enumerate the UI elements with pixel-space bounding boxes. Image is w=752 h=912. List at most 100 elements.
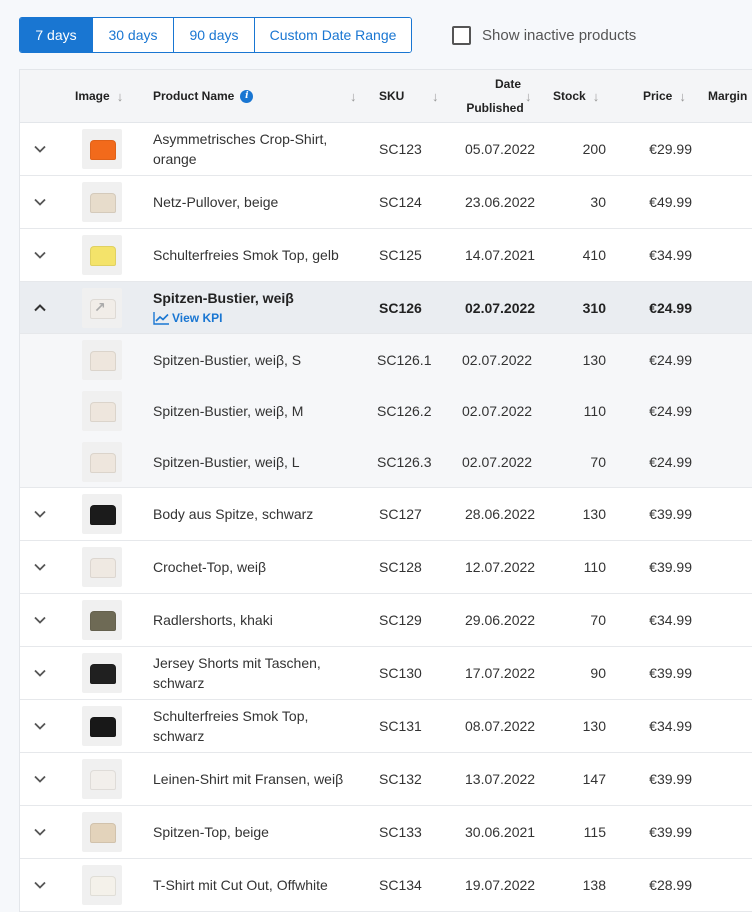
table-row[interactable]: Leinen-Shirt mit Fransen, weiβ SC132 13.07… [20,753,752,806]
stock-cell: 70 [590,612,606,628]
stock-cell: 310 [582,299,606,316]
table-row[interactable]: Crochet-Top, weiβ SC128 12.07.2022 110 €39.9… [20,541,752,594]
product-name: Leinen-Shirt mit Fransen, weiβ [153,771,344,787]
date-published-cell: 02.07.2022 [462,351,533,368]
table-row[interactable]: Jersey Shorts mit Taschen, schwarz SC130 1… [20,647,752,700]
variant-row[interactable]: Spitzen-Bustier, weiβ, M SC126.2 02.07.202… [20,385,752,436]
column-header-date-sort[interactable]: ↓ [525,70,532,122]
product-image [82,547,122,587]
chevron-down-icon[interactable] [30,229,50,281]
product-name: Radlershorts, khaki [153,612,273,628]
product-name-cell: Spitzen-Bustier, weiβ View KPI [153,282,358,333]
garment-icon [90,558,116,578]
sort-arrow-icon[interactable]: ↓ [432,89,439,104]
table-row[interactable]: Spitzen-Top, beige SC133 30.06.2021 115 €39.… [20,806,752,859]
product-thumbnail [82,700,122,752]
chevron-down-icon[interactable] [30,859,50,911]
product-thumbnail: ↗ [82,282,122,333]
table-row[interactable]: Schulterfreies Smok Top, schwarz SC131 08.… [20,700,752,753]
table-row[interactable]: ↗ Spitzen-Bustier, weiβ View KPI SC126 02… [20,282,752,334]
product-image [82,812,122,852]
column-header-sku[interactable]: SKU [379,70,404,122]
stock-cell: 90 [590,665,606,681]
sort-arrow-icon[interactable]: ↓ [117,89,124,104]
range-7-days-button[interactable]: 7 days [20,18,93,52]
product-thumbnail [82,541,122,593]
garment-icon [90,717,116,737]
product-name: Spitzen-Bustier, weiβ, L [153,453,300,470]
table-row[interactable]: Body aus Spitze, schwarz SC127 28.06.2022 1… [20,488,752,541]
garment-icon [90,350,116,371]
products-table: Image ↓ Product Name i ↓ SKU ↓ Date Publ… [19,69,752,912]
product-image: ↗ [82,287,122,328]
product-name: Schulterfreies Smok Top, schwarz [153,708,309,744]
column-label-line-2: Published [466,101,524,115]
column-header-product-name-sort[interactable]: ↓ [350,70,357,122]
date-published-cell: 13.07.2022 [465,771,536,787]
range-90-days-button[interactable]: 90 days [174,18,255,52]
custom-date-range-button[interactable]: Custom Date Range [255,18,411,52]
garment-icon [90,140,116,160]
price-cell: €39.99 [649,559,692,575]
chevron-down-icon[interactable] [30,753,50,805]
date-published-cell: 12.07.2022 [465,559,536,575]
column-header-price[interactable]: Price ↓ [643,70,686,122]
sku-cell: SC123 [379,141,422,157]
variant-row[interactable]: Spitzen-Bustier, weiβ, S SC126.1 02.07.202… [20,334,752,385]
chevron-down-icon[interactable] [30,488,50,540]
product-image [82,182,122,222]
broken-image-icon: ↗ [94,298,106,315]
table-row[interactable]: T-Shirt mit Cut Out, Offwhite SC134 19.07.… [20,859,752,912]
info-icon[interactable]: i [240,89,254,103]
price-cell: €39.99 [649,665,692,681]
chevron-down-icon[interactable] [30,647,50,699]
sort-arrow-icon[interactable]: ↓ [525,89,532,104]
price-cell: €24.99 [649,402,692,419]
price-cell: €28.99 [649,877,692,893]
variant-row[interactable]: Spitzen-Bustier, weiβ, L SC126.3 02.07.202… [20,436,752,488]
column-header-margin[interactable]: Margin [708,70,747,122]
product-thumbnail [82,806,122,858]
chevron-down-icon[interactable] [30,541,50,593]
column-header-stock[interactable]: Stock ↓ [553,70,599,122]
price-cell: €39.99 [649,824,692,840]
table-row[interactable]: Asymmetrisches Crop-Shirt, orange SC123 05… [20,123,752,176]
sort-arrow-icon[interactable]: ↓ [679,89,686,104]
show-inactive-toggle[interactable]: Show inactive products [452,25,636,45]
date-published-cell: 08.07.2022 [465,718,536,734]
price-cell: €29.99 [649,141,692,157]
stock-cell: 138 [582,877,606,893]
range-30-days-button[interactable]: 30 days [93,18,174,52]
sort-arrow-icon[interactable]: ↓ [350,89,357,104]
chevron-down-icon[interactable] [30,176,50,228]
sku-cell: SC126.2 [377,402,432,419]
product-image [82,441,122,482]
chevron-up-icon[interactable] [30,282,50,333]
product-thumbnail [82,436,122,487]
column-header-sku-sort[interactable]: ↓ [432,70,439,122]
chevron-down-icon[interactable] [30,594,50,646]
product-thumbnail [82,859,122,911]
date-range-selector: 7 days 30 days 90 days Custom Date Range [19,17,412,53]
column-header-product-name[interactable]: Product Name i [153,70,254,122]
garment-icon [90,876,116,896]
view-kpi-link[interactable]: View KPI [153,309,222,327]
product-thumbnail [82,229,122,281]
chevron-down-icon[interactable] [30,806,50,858]
sku-cell: SC124 [379,194,422,210]
table-row[interactable]: Netz-Pullover, beige SC124 23.06.2022 30 €49… [20,176,752,229]
product-image [82,706,122,746]
product-image [82,339,122,380]
sort-arrow-icon[interactable]: ↓ [593,89,600,104]
show-inactive-checkbox[interactable] [452,25,471,45]
column-header-image[interactable]: Image ↓ [75,70,123,122]
chevron-down-icon[interactable] [30,123,50,175]
sku-cell: SC125 [379,247,422,263]
chevron-down-icon[interactable] [30,700,50,752]
date-published-cell: 29.06.2022 [465,612,536,628]
product-name: T-Shirt mit Cut Out, Offwhite [153,877,328,893]
table-row[interactable]: Radlershorts, khaki SC129 29.06.2022 70 €34.… [20,594,752,647]
sku-cell: SC126.3 [377,453,432,470]
table-row[interactable]: Schulterfreies Smok Top, gelb SC125 14.07.… [20,229,752,282]
product-thumbnail [82,488,122,540]
